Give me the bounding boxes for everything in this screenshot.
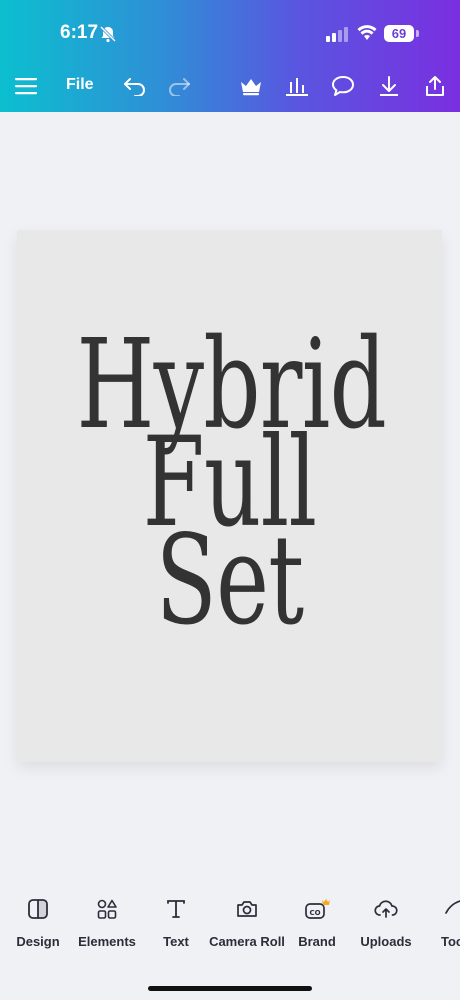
download-icon[interactable] bbox=[376, 72, 402, 100]
wifi-icon bbox=[357, 24, 377, 47]
share-icon[interactable] bbox=[422, 72, 448, 100]
battery-nub bbox=[416, 30, 419, 37]
nav-label: Too bbox=[441, 934, 460, 949]
status-time: 6:17 bbox=[60, 22, 99, 43]
nav-label: Camera Roll bbox=[209, 934, 285, 949]
design-icon bbox=[27, 890, 49, 928]
nav-label: Text bbox=[163, 934, 189, 949]
camera-icon bbox=[236, 890, 258, 928]
home-indicator bbox=[148, 986, 312, 991]
nav-text[interactable]: Text bbox=[136, 890, 216, 949]
nav-camera-roll[interactable]: Camera Roll bbox=[207, 890, 287, 949]
text-icon bbox=[166, 890, 186, 928]
nav-label: Brand bbox=[298, 934, 336, 949]
brand-icon: CO bbox=[302, 890, 332, 928]
redo-icon[interactable] bbox=[166, 72, 192, 100]
nav-elements[interactable]: Elements bbox=[67, 890, 147, 949]
nav-label: Uploads bbox=[360, 934, 412, 949]
signal-icon bbox=[326, 26, 348, 47]
battery-indicator: 69 bbox=[384, 25, 414, 42]
chart-icon[interactable] bbox=[284, 72, 310, 100]
design-canvas[interactable]: Hybrid Full Set bbox=[17, 230, 442, 762]
nav-uploads[interactable]: Uploads bbox=[346, 890, 426, 949]
file-button[interactable]: File bbox=[66, 76, 94, 94]
bell-muted-icon bbox=[99, 25, 117, 48]
tools-icon bbox=[420, 890, 460, 928]
elements-icon bbox=[96, 890, 118, 928]
nav-label: Design bbox=[16, 934, 60, 949]
nav-tools[interactable]: Too bbox=[420, 890, 460, 949]
undo-icon[interactable] bbox=[122, 72, 148, 100]
top-bar: 6:17 69 File bbox=[0, 0, 460, 112]
design-headline-text[interactable]: Hybrid Full Set bbox=[77, 323, 387, 643]
nav-brand[interactable]: CO Brand bbox=[277, 890, 357, 949]
svg-text:CO: CO bbox=[309, 909, 320, 917]
bottom-nav: Design Elements Text Camera Roll CO Bran… bbox=[0, 890, 460, 970]
comment-icon[interactable] bbox=[330, 72, 356, 100]
uploads-icon bbox=[374, 890, 398, 928]
crown-icon[interactable] bbox=[238, 72, 264, 100]
nav-label: Elements bbox=[78, 934, 136, 949]
menu-icon[interactable] bbox=[14, 72, 38, 100]
